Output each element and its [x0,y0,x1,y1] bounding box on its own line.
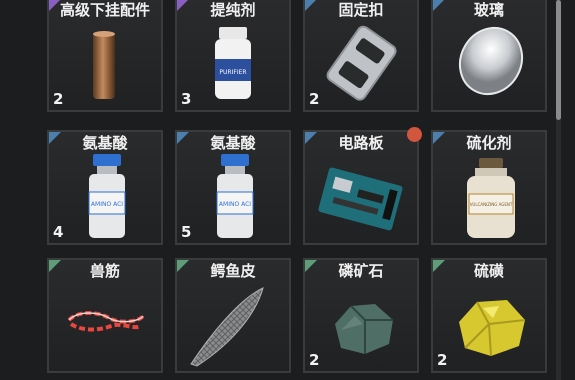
purifier-bottle-icon: PURIFIER [215,27,251,99]
item-name: 玻璃 [473,1,504,19]
inventory-slot-buckle[interactable]: 固定扣 2 [303,0,419,112]
item-count: 4 [53,223,64,241]
inventory-slot-amino-acid-1[interactable]: 氨基酸 AMINO ACI 4 [47,130,163,245]
item-name: 提纯剂 [210,1,256,19]
inventory-slot-vulcanizing-agent[interactable]: 硫化剂 VULCANIZING AGENT [431,130,547,245]
item-name: 兽筋 [89,262,120,280]
circuit-board-icon [318,167,403,231]
new-item-badge [407,127,422,142]
item-count: 2 [437,351,448,369]
tendon-icon [67,311,145,332]
sulfur-icon [459,300,526,357]
inventory-slot-glass[interactable]: 玻璃 [431,0,547,112]
inventory-slot-crocodile-skin[interactable]: 鳄鱼皮 [175,258,291,373]
vial-icon: AMINO ACI [88,154,126,238]
vial-icon: AMINO ACI [216,154,254,238]
croc-skin-icon [190,287,264,367]
item-name: 硫化剂 [466,134,512,152]
item-name: 固定扣 [338,1,384,19]
item-name: 电路板 [338,134,384,152]
item-name: 氨基酸 [210,134,256,152]
item-count: 2 [309,90,320,108]
inventory-slot-advanced-underbarrel[interactable]: 高级下挂配件 2 [47,0,163,112]
item-count: 2 [53,90,64,108]
scrollbar-thumb[interactable] [556,0,561,120]
item-name: 硫磺 [473,262,504,280]
inventory-slot-amino-acid-2[interactable]: 氨基酸 AMINO ACI 5 [175,130,291,245]
inventory-slot-phosphate-ore[interactable]: 磷矿石 2 [303,258,419,373]
buckle-icon [326,25,397,101]
item-name: 磷矿石 [338,262,384,280]
inventory-grid: 高级下挂配件 2 提纯剂 PURIFIER 3 固定扣 2 玻璃 氨基酸 AMI… [0,0,575,380]
item-count: 5 [181,223,192,241]
bottle-label: PURIFIER [219,69,246,76]
copper-cylinder-icon [93,31,115,99]
inventory-slot-tendon[interactable]: 兽筋 [47,258,163,373]
inventory-slot-sulfur[interactable]: 硫磺 2 [431,258,547,373]
jar-icon: VULCANIZING AGENT [467,158,515,238]
item-count: 3 [181,90,192,108]
ore-rock-icon [335,304,393,354]
inventory-slot-purifier[interactable]: 提纯剂 PURIFIER 3 [175,0,291,112]
inventory-slot-circuit-board[interactable]: 电路板 [303,130,419,245]
item-name: 高级下挂配件 [59,1,150,19]
vial-label: AMINO ACI [219,201,251,208]
item-count: 2 [309,351,320,369]
jar-label: VULCANIZING AGENT [470,202,513,207]
glass-lens-icon [458,26,524,96]
item-name: 鳄鱼皮 [210,262,256,280]
scrollbar[interactable] [556,0,561,380]
vial-label: AMINO ACI [91,201,123,208]
item-name: 氨基酸 [82,134,128,152]
